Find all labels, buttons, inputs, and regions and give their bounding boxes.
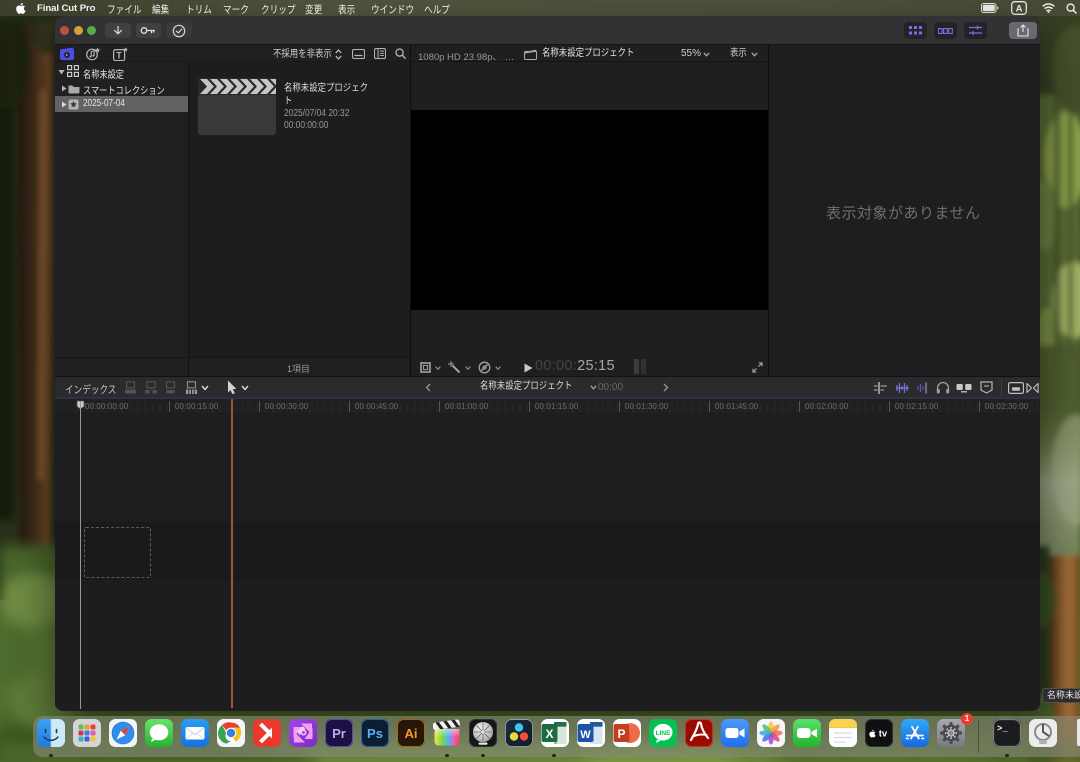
svg-text:X: X [545,727,553,741]
svg-text:Ps: Ps [367,726,383,741]
svg-text:Ai: Ai [405,726,418,741]
svg-text:A: A [1016,3,1023,14]
svg-text:tv: tv [879,728,888,739]
svg-text:>_: >_ [997,724,1008,734]
svg-text:W: W [580,729,591,741]
svg-text:T: T [116,51,122,61]
svg-text:LINE: LINE [656,730,671,737]
svg-text:P: P [617,727,625,741]
svg-text:Pr: Pr [332,726,346,741]
